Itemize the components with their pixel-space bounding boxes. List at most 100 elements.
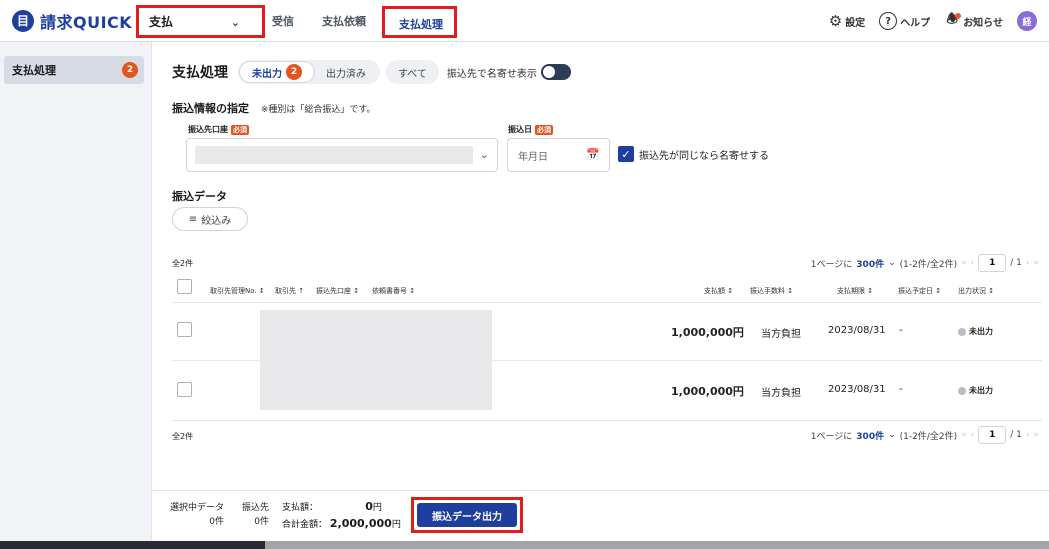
payee-summary: 振込先 0件 [242,501,269,529]
column-header-fee[interactable]: 振込手数料 ↕ [750,286,793,296]
nav-payment-processing[interactable]: 支払処理 [382,6,457,38]
next-page-icon[interactable]: › [1026,258,1030,268]
transfer-info-title: 振込情報の指定 ※種別は「総合振込」です。 [172,100,376,116]
account-select[interactable]: ⌄ [186,138,498,172]
row-fee: 当方負担 [761,388,801,399]
summary-footer: 選択中データ 0件 振込先 0件 支払額： 0円 合計金額： 2,000,000… [152,490,1049,544]
avatar[interactable]: 経 [1017,11,1037,31]
required-tag: 必須 [231,124,249,135]
merge-display-toggle[interactable] [540,64,571,80]
column-header-amount[interactable]: 支払額 ↕ [704,286,733,296]
payee-count: 0件 [254,517,270,527]
transfer-date-input[interactable]: 年月日 📅 [507,138,610,172]
filter-button[interactable]: ≡ 絞込み [172,207,248,231]
row-status-label: 未出力 [969,327,993,336]
export-transfer-data-button[interactable]: 振込データ出力 [417,503,517,527]
sidebar-item-payment-processing[interactable]: 支払処理 2 [4,56,144,84]
tab-unexported[interactable]: 未出力 2 [240,62,314,82]
first-page-icon[interactable]: « [961,430,967,440]
total-unit: 円 [391,520,401,530]
row-status: 未出力 [958,385,993,396]
merge-same-payee-checkbox[interactable]: ✓ [618,146,634,162]
select-all-checkbox[interactable] [177,279,192,294]
header-utilities: ⚙ 設定 ? ヘルプ 🕭 お知らせ 経 [829,0,1037,42]
row-amount: 1,000,000円 [671,385,744,398]
filter-icon: ≡ [188,213,198,225]
last-page-icon[interactable]: » [1033,430,1039,440]
page-number-input[interactable]: 1 [978,426,1007,444]
amount-unit: 円 [372,503,382,513]
help-button[interactable]: ? ヘルプ [879,12,930,30]
column-header-due-date[interactable]: 支払期限 ↕ [837,286,873,296]
merge-same-payee-option[interactable]: ✓ 振込先が同じなら名寄せする [618,146,769,162]
sidebar: 支払処理 2 [0,42,152,549]
pager-total-pages: / 1 [1010,258,1022,268]
app-root: 目 請求QUICK 支払 ⌄ 受信 支払依頼 支払処理 ⚙ 設定 ? ヘルプ 🕭 [0,0,1049,549]
selected-data-summary: 選択中データ 0件 [170,501,224,529]
pager-prefix: 1ページに [810,259,853,270]
notifications-button[interactable]: 🕭 お知らせ [944,12,1003,29]
merge-display-label: 振込先で名寄せ表示 [446,68,537,80]
tab-unexported-badge: 2 [286,64,302,80]
export-highlight: 振込データ出力 [411,497,523,533]
row-status: 未出力 [958,326,993,337]
transfer-info-title-text: 振込情報の指定 [172,102,249,115]
amount-label: 支払額： [282,503,319,513]
notification-dot [955,13,962,19]
row-due-date: 2023/08/31 [828,384,886,395]
tab-exported-label: 出力済み [326,68,366,80]
prev-page-icon[interactable]: ‹ [971,430,975,440]
prev-page-icon[interactable]: ‹ [971,258,975,268]
account-field-label: 振込先口座 必須 [188,124,249,135]
row-amount: 1,000,000円 [671,326,744,339]
calendar-icon[interactable]: 📅 [586,148,600,161]
total-line: 合計金額： 2,000,000円 [282,516,401,533]
window-bottom-bar [0,541,1049,549]
tab-all[interactable]: すべて [386,60,439,84]
row-checkbox[interactable] [177,382,192,397]
module-select[interactable]: 支払 ⌄ [136,5,265,38]
tab-exported[interactable]: 出力済み [314,62,378,82]
row-scheduled-date: - [899,384,903,395]
column-header-account[interactable]: 振込先口座 ↕ [316,286,359,296]
per-page-select[interactable]: 300件 [856,257,884,270]
nav-received[interactable]: 受信 [272,13,294,29]
transfer-info-note: ※種別は「総合振込」です。 [260,105,376,115]
column-header-scheduled-date[interactable]: 振込予定日 ↕ [898,286,941,296]
chevron-down-icon: ⌄ [230,16,240,29]
title-row: 支払処理 未出力 2 出力済み すべて 振込先で名寄せ表示 [172,60,571,84]
chevron-down-icon: ⌄ [888,258,896,268]
pager-range: (1-2件/全2件) [899,259,958,270]
pager-total-pages: / 1 [1010,430,1022,440]
gear-icon: ⚙ [828,12,843,30]
pager-prefix: 1ページに [810,431,853,442]
tab-unexported-label: 未出力 [252,68,282,80]
logo[interactable]: 目 請求QUICK [12,9,134,33]
amount-summary: 支払額： 0円 合計金額： 2,000,000円 [282,499,401,533]
column-header-partner[interactable]: 取引先 ↑ [275,286,304,296]
settings-button[interactable]: ⚙ 設定 [829,12,865,30]
scrollbar-track[interactable] [265,541,1049,549]
nav-payment-request[interactable]: 支払依頼 [322,13,366,29]
sidebar-item-label: 支払処理 [12,64,56,77]
top-nav: 受信 支払依頼 [272,0,394,42]
selected-label: 選択中データ [170,503,225,513]
notifications-label: お知らせ [963,17,1003,29]
total-count-bottom: 全2件 [172,432,194,441]
date-placeholder: 年月日 [518,151,548,163]
row-checkbox[interactable] [177,322,192,337]
page-title: 支払処理 [172,65,228,81]
column-header-partner-no[interactable]: 取引先管理No. ↕ [210,286,265,296]
total-value: 2,000,000 [329,517,392,530]
selected-count: 0件 [209,517,225,527]
main-content: 支払処理 未出力 2 出力済み すべて 振込先で名寄せ表示 振込情報の指定 ※種… [152,42,1049,549]
row-due-date: 2023/08/31 [828,325,886,336]
per-page-select[interactable]: 300件 [856,429,884,442]
next-page-icon[interactable]: › [1026,430,1030,440]
first-page-icon[interactable]: « [961,258,967,268]
last-page-icon[interactable]: » [1033,258,1039,268]
page-number-input[interactable]: 1 [978,254,1007,272]
column-header-output-status[interactable]: 出力状況 ↕ [958,286,994,296]
column-header-request-no[interactable]: 依頼書番号 ↕ [372,286,415,296]
pager-bottom: 1ページに 300件 ⌄ (1-2件/全2件) « ‹ 1 / 1 › » [811,426,1039,444]
